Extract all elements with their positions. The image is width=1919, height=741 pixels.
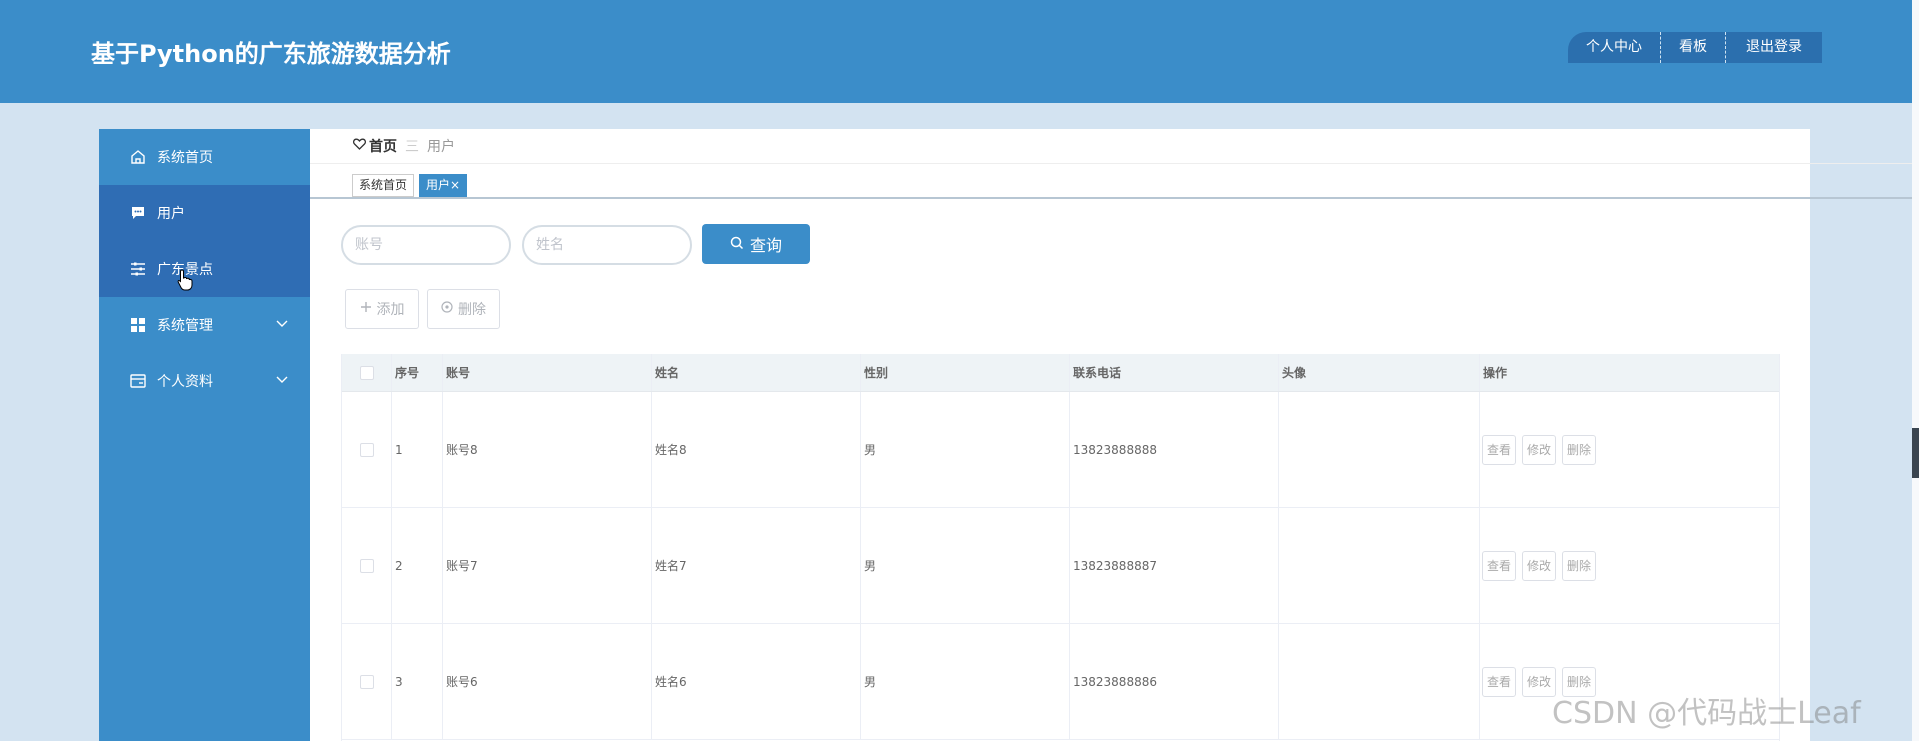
header-checkbox-cell bbox=[342, 354, 392, 391]
row-delete-button[interactable]: 删除 bbox=[1562, 434, 1597, 465]
row-phone: 13823888888 bbox=[1070, 392, 1279, 507]
select-all-checkbox[interactable] bbox=[359, 365, 374, 380]
row-sex: 男 bbox=[861, 508, 1070, 623]
divider bbox=[310, 163, 1912, 164]
row-account: 账号6 bbox=[443, 624, 652, 739]
query-button[interactable]: 查询 bbox=[702, 224, 810, 264]
view-button[interactable]: 查看 bbox=[1482, 434, 1517, 465]
column-header: 头像 bbox=[1279, 354, 1480, 391]
delete-button[interactable]: 删除 bbox=[427, 289, 500, 329]
watermark: CSDN @代码战士Leaf bbox=[1552, 696, 1861, 731]
row-avatar bbox=[1279, 392, 1480, 507]
row-avatar bbox=[1279, 624, 1480, 739]
table-row: 1 账号8 姓名8 男 13823888888 查看 修改 删除 bbox=[342, 392, 1779, 508]
breadcrumb-separator: 三 bbox=[405, 139, 419, 155]
column-header: 联系电话 bbox=[1070, 354, 1279, 391]
close-icon[interactable]: × bbox=[450, 178, 460, 192]
row-checkbox-cell bbox=[342, 392, 392, 507]
top-header: 基于Python的广东旅游数据分析 个人中心 看板 退出登录 bbox=[0, 0, 1912, 103]
dashboard-link[interactable]: 看板 bbox=[1661, 32, 1726, 63]
tab-users[interactable]: 用户× bbox=[419, 174, 468, 197]
add-button-label: 添加 bbox=[376, 302, 405, 318]
breadcrumb-current: 用户 bbox=[427, 139, 455, 155]
edit-button[interactable]: 修改 bbox=[1522, 434, 1557, 465]
search-icon bbox=[730, 235, 744, 254]
row-phone: 13823888887 bbox=[1070, 508, 1279, 623]
column-header: 姓名 bbox=[652, 354, 861, 391]
top-nav: 个人中心 看板 退出登录 bbox=[1568, 32, 1822, 63]
column-header: 操作 bbox=[1483, 366, 1508, 380]
row-sex: 男 bbox=[861, 392, 1070, 507]
sidebar-item-label: 用户 bbox=[157, 206, 185, 222]
row-sex: 男 bbox=[861, 624, 1070, 739]
column-header: 账号 bbox=[443, 354, 652, 391]
users-table: 序号 账号 姓名 性别 联系电话 头像 操作 1 账号8 姓名8 男 13823… bbox=[341, 354, 1780, 741]
row-checkbox-cell bbox=[342, 624, 392, 739]
logout-link[interactable]: 退出登录 bbox=[1726, 32, 1822, 63]
hand-cursor-icon bbox=[177, 269, 193, 291]
chevron-down-icon bbox=[276, 373, 288, 387]
sidebar: 系统首页 用户 广东景点 系统管理 个人资料 bbox=[99, 129, 310, 741]
row-index: 2 bbox=[392, 508, 443, 623]
right-edge-panel bbox=[1912, 0, 1919, 741]
home-icon bbox=[129, 148, 147, 166]
row-checkbox[interactable] bbox=[359, 558, 374, 573]
circle-close-icon bbox=[441, 301, 453, 317]
row-actions: 查看 修改 删除 bbox=[1480, 508, 1779, 623]
row-delete-button[interactable]: 删除 bbox=[1562, 550, 1597, 581]
delete-button-label: 删除 bbox=[458, 302, 486, 318]
breadcrumb-home[interactable]: 首页 bbox=[353, 136, 397, 156]
sidebar-item-users[interactable]: 用户 bbox=[99, 185, 310, 241]
profile-center-link[interactable]: 个人中心 bbox=[1568, 32, 1661, 63]
row-phone: 13823888886 bbox=[1070, 624, 1279, 739]
edit-button[interactable]: 修改 bbox=[1522, 550, 1557, 581]
column-header: 性别 bbox=[861, 354, 1070, 391]
card-icon bbox=[129, 372, 147, 390]
heart-icon bbox=[353, 138, 366, 154]
query-button-label: 查询 bbox=[749, 236, 782, 255]
row-name: 姓名6 bbox=[652, 624, 861, 739]
row-index: 3 bbox=[392, 624, 443, 739]
sidebar-item-system-management[interactable]: 系统管理 bbox=[99, 297, 310, 353]
grid-icon bbox=[129, 316, 147, 334]
tab-home[interactable]: 系统首页 bbox=[352, 174, 415, 197]
sidebar-item-label: 系统首页 bbox=[157, 150, 213, 166]
table-header: 序号 账号 姓名 性别 联系电话 头像 操作 bbox=[342, 354, 1779, 392]
sliders-icon bbox=[129, 260, 147, 278]
breadcrumb-home-label: 首页 bbox=[369, 139, 397, 155]
edit-button[interactable]: 修改 bbox=[1522, 666, 1557, 697]
page-tabs: 系统首页 用户× bbox=[352, 174, 468, 197]
app-title: 基于Python的广东旅游数据分析 bbox=[91, 40, 451, 68]
row-index: 1 bbox=[392, 392, 443, 507]
row-checkbox[interactable] bbox=[359, 674, 374, 689]
tab-label: 用户 bbox=[426, 178, 451, 192]
view-button[interactable]: 查看 bbox=[1482, 550, 1517, 581]
plus-icon bbox=[360, 301, 372, 317]
name-search-input[interactable] bbox=[522, 225, 692, 265]
chat-icon bbox=[129, 204, 147, 222]
sidebar-item-home[interactable]: 系统首页 bbox=[99, 129, 310, 185]
sidebar-item-profile[interactable]: 个人资料 bbox=[99, 353, 310, 409]
tabs-underline bbox=[310, 197, 1912, 199]
breadcrumb: 首页 三 用户 bbox=[353, 137, 455, 155]
row-account: 账号8 bbox=[443, 392, 652, 507]
table-row: 2 账号7 姓名7 男 13823888887 查看 修改 删除 bbox=[342, 508, 1779, 624]
sidebar-item-label: 个人资料 bbox=[157, 374, 213, 390]
chevron-down-icon bbox=[276, 317, 288, 331]
row-checkbox[interactable] bbox=[359, 442, 374, 457]
view-button[interactable]: 查看 bbox=[1482, 666, 1517, 697]
row-checkbox-cell bbox=[342, 508, 392, 623]
sidebar-item-guangdong-spots[interactable]: 广东景点 bbox=[99, 241, 310, 297]
row-name: 姓名7 bbox=[652, 508, 861, 623]
row-account: 账号7 bbox=[443, 508, 652, 623]
row-avatar bbox=[1279, 508, 1480, 623]
account-search-input[interactable] bbox=[341, 225, 511, 265]
row-name: 姓名8 bbox=[652, 392, 861, 507]
row-actions: 查看 修改 删除 bbox=[1480, 392, 1779, 507]
column-header: 序号 bbox=[392, 354, 443, 391]
add-button[interactable]: 添加 bbox=[345, 289, 419, 329]
sidebar-item-label: 系统管理 bbox=[157, 318, 213, 334]
main-right-gutter bbox=[1810, 198, 1912, 741]
